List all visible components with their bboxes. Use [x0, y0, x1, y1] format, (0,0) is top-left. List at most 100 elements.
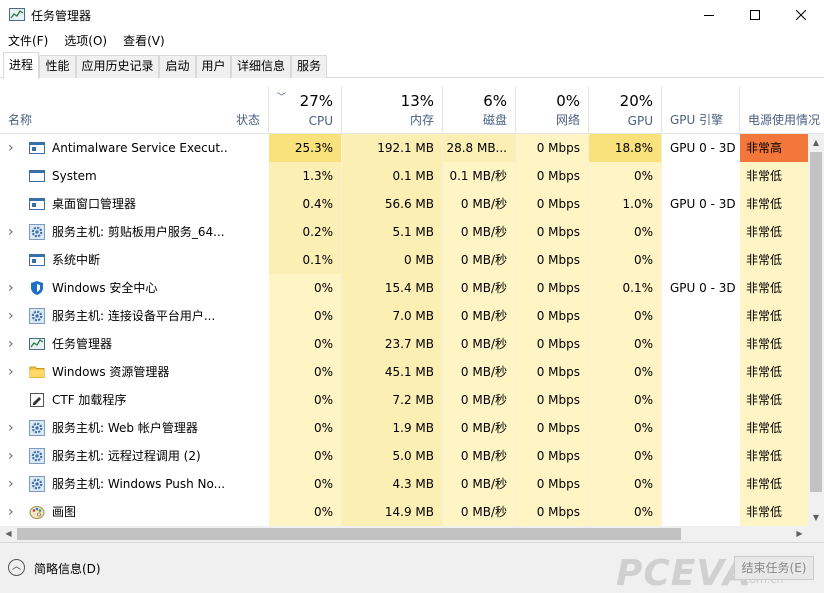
column-network[interactable]: 0% 网络	[516, 86, 589, 134]
vertical-scroll-thumb[interactable]	[810, 152, 822, 492]
shield-icon	[29, 280, 45, 296]
tab-users[interactable]: 用户	[196, 55, 231, 78]
cell-disk: 0 MB/秒	[443, 442, 516, 470]
cell-gpu-engine	[662, 470, 740, 498]
sort-down-icon: ﹀	[277, 93, 287, 103]
column-cpu[interactable]: ﹀ 27% CPU	[269, 86, 342, 134]
cell-disk: 0 MB/秒	[443, 386, 516, 414]
process-row[interactable]: › 服务主机: 连接设备平台用户... 0% 7.0 MB 0 MB/秒 0 Mbps 0%…	[0, 302, 808, 330]
tab-performance[interactable]: 性能	[39, 55, 76, 78]
scroll-right-icon[interactable]: ▶	[791, 526, 808, 542]
cell-disk: 0 MB/秒	[443, 470, 516, 498]
process-row[interactable]: 桌面窗口管理器 0.4% 56.6 MB 0 MB/秒 0 Mbps 1.0% GPU 0 …	[0, 190, 808, 218]
cell-disk: 0 MB/秒	[443, 358, 516, 386]
cell-mem: 7.0 MB	[342, 302, 443, 330]
tab-processes[interactable]: 进程	[3, 52, 39, 79]
fewer-details-link[interactable]: 简略信息(D)	[34, 560, 101, 577]
tab-services[interactable]: 服务	[291, 55, 327, 78]
cell-gpu: 0%	[589, 162, 662, 190]
process-row[interactable]: › 任务管理器 0% 23.7 MB 0 MB/秒 0 Mbps 0% 非常低	[0, 330, 808, 358]
process-row[interactable]: 系统中断 0.1% 0 MB 0 MB/秒 0 Mbps 0% 非常低	[0, 246, 808, 274]
process-row[interactable]: › 服务主机: 剪贴板用户服务_64... 0.2% 5.1 MB 0 MB/秒 0 Mb…	[0, 218, 808, 246]
cell-net: 0 Mbps	[516, 274, 589, 302]
process-row[interactable]: › Windows 安全中心 0% 15.4 MB 0 MB/秒 0 Mbps 0.1% GP…	[0, 274, 808, 302]
scroll-left-icon[interactable]: ◀	[0, 526, 17, 542]
column-gpu[interactable]: 20% GPU	[589, 86, 662, 134]
chevron-right-icon[interactable]: ›	[8, 358, 14, 386]
process-row[interactable]: System 1.3% 0.1 MB 0.1 MB/秒 0 Mbps 0% 非常低	[0, 162, 808, 190]
chevron-right-icon[interactable]: ›	[8, 330, 14, 358]
menu-options[interactable]: 选项(O)	[56, 30, 115, 52]
cell-mem: 15.4 MB	[342, 274, 443, 302]
cell-mem: 23.7 MB	[342, 330, 443, 358]
paint-icon	[29, 504, 45, 520]
tab-startup[interactable]: 启动	[159, 55, 196, 78]
maximize-button[interactable]	[732, 0, 778, 30]
cell-mem: 56.6 MB	[342, 190, 443, 218]
chevron-right-icon[interactable]: ›	[8, 414, 14, 442]
process-name: 画图	[52, 505, 77, 519]
watermark-logo: PCEVA	[616, 553, 752, 593]
process-row[interactable]: CTF 加载程序 0% 7.2 MB 0 MB/秒 0 Mbps 0% 非常低	[0, 386, 808, 414]
cell-net: 0 Mbps	[516, 470, 589, 498]
process-row[interactable]: › Antimalware Service Execut... 25.3% 192.1…	[0, 134, 808, 162]
chevron-up-icon[interactable]: ︿	[8, 559, 25, 576]
column-power[interactable]: 电源使用情况	[740, 86, 824, 134]
process-name: 服务主机: Windows Push No...	[52, 477, 226, 491]
column-gpu-engine-label: GPU 引擎	[670, 113, 724, 127]
menu-view[interactable]: 查看(V)	[115, 30, 173, 52]
cell-disk: 0 MB/秒	[443, 414, 516, 442]
cell-gpu-engine: GPU 0 - 3D	[670, 197, 736, 211]
process-row[interactable]: › Windows 资源管理器 0% 45.1 MB 0 MB/秒 0 Mbps 0% 非常低	[0, 358, 808, 386]
cell-disk: 0 MB/秒	[443, 302, 516, 330]
chevron-right-icon[interactable]: ›	[8, 218, 14, 246]
cell-disk: 0 MB/秒	[443, 190, 516, 218]
column-name[interactable]: 名称	[0, 86, 229, 134]
minimize-button[interactable]	[686, 0, 732, 30]
chevron-right-icon[interactable]: ›	[8, 442, 14, 470]
process-row[interactable]: › 服务主机: Windows Push No... 0% 4.3 MB 0 MB/秒 0…	[0, 470, 808, 498]
chevron-right-icon[interactable]: ›	[8, 134, 14, 162]
menu-file[interactable]: 文件(F)	[0, 30, 56, 52]
vertical-scrollbar[interactable]: ▲ ▼	[808, 134, 824, 526]
process-row[interactable]: › 服务主机: 远程过程调用 (2) 0% 5.0 MB 0 MB/秒 0 Mbps 0% 非…	[0, 442, 808, 470]
process-row[interactable]: › 服务主机: Web 帐户管理器 0% 1.9 MB 0 MB/秒 0 Mbps 0% 非常…	[0, 414, 808, 442]
close-button[interactable]	[778, 0, 824, 30]
memory-total: 13%	[400, 92, 434, 110]
chevron-right-icon[interactable]: ›	[8, 302, 14, 330]
scroll-up-icon[interactable]: ▲	[808, 134, 824, 151]
scroll-down-icon[interactable]: ▼	[808, 509, 824, 526]
cell-net: 0 Mbps	[516, 358, 589, 386]
cell-gpu: 18.8%	[589, 134, 662, 162]
column-disk[interactable]: 6% 磁盘	[443, 86, 516, 134]
column-header-row: 名称 状态 ﹀ 27% CPU 13% 内存 6% 磁盘 0% 网络 20% G…	[0, 86, 824, 134]
tab-details[interactable]: 详细信息	[231, 55, 291, 78]
column-gpu-label: GPU	[627, 114, 653, 128]
cell-net: 0 Mbps	[516, 162, 589, 190]
cell-power: 非常高	[740, 134, 808, 162]
chevron-right-icon[interactable]: ›	[8, 498, 14, 526]
window-title: 任务管理器	[31, 9, 92, 23]
column-memory[interactable]: 13% 内存	[342, 86, 443, 134]
gear-icon	[29, 308, 45, 324]
cell-gpu: 1.0%	[589, 190, 662, 218]
cell-gpu: 0%	[589, 330, 662, 358]
column-cpu-label: CPU	[308, 114, 333, 128]
cell-cpu: 0%	[269, 330, 342, 358]
cell-net: 0 Mbps	[516, 330, 589, 358]
cell-gpu: 0%	[589, 358, 662, 386]
end-task-button[interactable]: 结束任务(E)	[734, 556, 814, 580]
process-row[interactable]: › 画图 0% 14.9 MB 0 MB/秒 0 Mbps 0% 非常低	[0, 498, 808, 526]
tab-app-history[interactable]: 应用历史记录	[76, 55, 159, 78]
process-name: 桌面窗口管理器	[52, 197, 137, 211]
horizontal-scroll-thumb[interactable]	[17, 528, 681, 540]
cell-power: 非常低	[740, 162, 808, 190]
chevron-right-icon[interactable]: ›	[8, 274, 14, 302]
chevron-right-icon[interactable]: ›	[8, 470, 14, 498]
column-disk-label: 磁盘	[482, 113, 507, 127]
cell-power: 非常低	[740, 386, 808, 414]
column-status[interactable]: 状态	[229, 86, 269, 134]
horizontal-scrollbar[interactable]: ◀ ▶	[0, 526, 808, 542]
column-gpu-engine[interactable]: GPU 引擎	[662, 86, 740, 134]
title-bar: 任务管理器	[0, 0, 824, 30]
